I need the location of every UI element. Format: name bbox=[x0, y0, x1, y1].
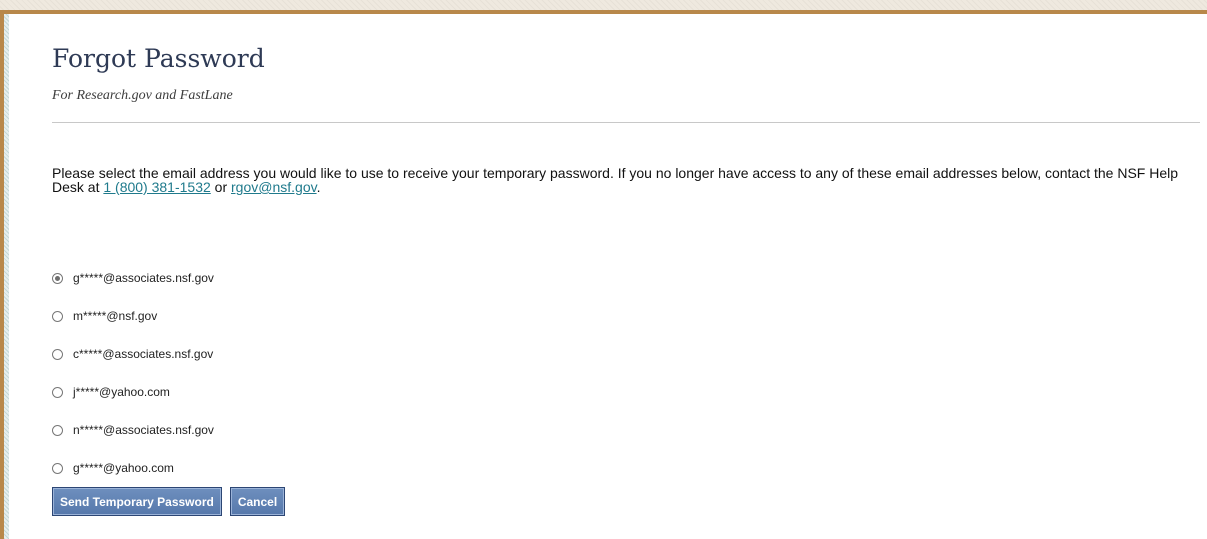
radio-button[interactable] bbox=[52, 310, 63, 322]
email-options-list: g*****@associates.nsf.gov m*****@nsf.gov… bbox=[52, 259, 214, 487]
instructions-or: or bbox=[210, 179, 232, 195]
email-option-label: m*****@nsf.gov bbox=[73, 309, 158, 323]
forgot-password-panel: Forgot Password For Research.gov and Fas… bbox=[0, 10, 1207, 539]
email-option[interactable]: g*****@associates.nsf.gov bbox=[52, 259, 214, 297]
instructions-period: . bbox=[316, 179, 321, 195]
panel-edge-texture bbox=[4, 14, 9, 539]
help-desk-phone-link[interactable]: 1 (800) 381-1532 bbox=[103, 179, 210, 195]
page-title: Forgot Password bbox=[52, 44, 265, 73]
email-option-label: g*****@yahoo.com bbox=[73, 461, 174, 475]
radio-button[interactable] bbox=[52, 386, 63, 398]
page-subtitle: For Research.gov and FastLane bbox=[52, 88, 233, 103]
email-option-label: j*****@yahoo.com bbox=[73, 385, 170, 399]
radio-button[interactable] bbox=[52, 272, 63, 284]
email-option-label: g*****@associates.nsf.gov bbox=[73, 271, 214, 285]
help-desk-email-link[interactable]: rgov@nsf.gov bbox=[231, 179, 317, 195]
header-divider bbox=[52, 122, 1200, 123]
radio-selected-dot bbox=[55, 275, 60, 281]
email-option[interactable]: j*****@yahoo.com bbox=[52, 373, 214, 411]
email-option[interactable]: n*****@associates.nsf.gov bbox=[52, 411, 214, 449]
email-option[interactable]: c*****@associates.nsf.gov bbox=[52, 335, 214, 373]
email-option-label: c*****@associates.nsf.gov bbox=[73, 347, 214, 361]
radio-button[interactable] bbox=[52, 462, 63, 474]
email-option-label: n*****@associates.nsf.gov bbox=[73, 423, 214, 437]
radio-button[interactable] bbox=[52, 348, 63, 360]
form-actions: Send Temporary Password Cancel bbox=[52, 487, 286, 516]
instructions-text: Please select the email address you woul… bbox=[52, 166, 1202, 194]
cancel-button[interactable]: Cancel bbox=[229, 487, 286, 516]
radio-button[interactable] bbox=[52, 424, 63, 436]
send-temporary-password-button[interactable]: Send Temporary Password bbox=[52, 487, 222, 516]
email-option[interactable]: m*****@nsf.gov bbox=[52, 297, 214, 335]
email-option[interactable]: g*****@yahoo.com bbox=[52, 449, 214, 487]
